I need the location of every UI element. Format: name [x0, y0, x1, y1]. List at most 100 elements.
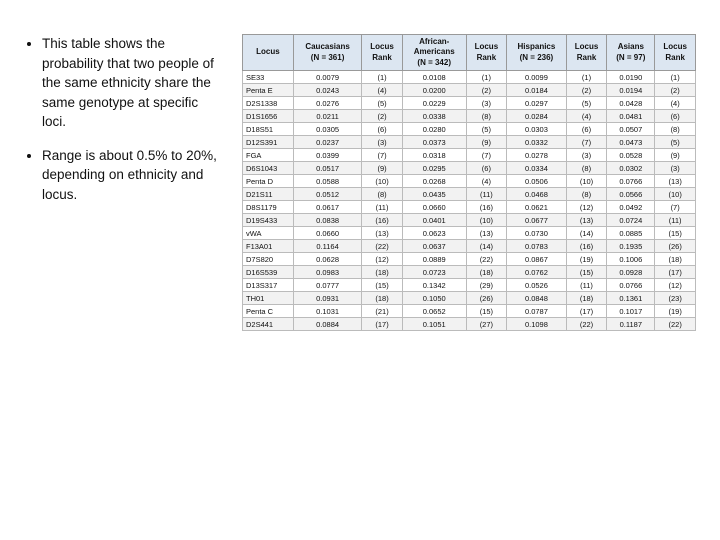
table-cell-r5-c2: (3) [362, 136, 403, 149]
table-cell-r9-c3: 0.0435 [402, 188, 466, 201]
table-cell-r9-c4: (11) [466, 188, 507, 201]
table-cell-r5-c0: D12S391 [243, 136, 294, 149]
table-cell-r0-c5: 0.0099 [507, 71, 567, 84]
table-cell-r0-c2: (1) [362, 71, 403, 84]
table-cell-r16-c7: 0.0766 [607, 279, 655, 292]
table-cell-r3-c7: 0.0481 [607, 110, 655, 123]
table-row: D13S3170.0777(15)0.1342(29)0.0526(11)0.0… [243, 279, 696, 292]
table-cell-r8-c2: (10) [362, 175, 403, 188]
bullet-list: This table shows the probability that tw… [24, 34, 224, 219]
table-cell-r7-c6: (8) [566, 162, 607, 175]
table-cell-r3-c4: (8) [466, 110, 507, 123]
table-cell-r17-c1: 0.0931 [293, 292, 361, 305]
table-cell-r10-c1: 0.0617 [293, 201, 361, 214]
table-cell-r18-c3: 0.0652 [402, 305, 466, 318]
table-cell-r10-c8: (7) [655, 201, 696, 214]
table-cell-r15-c1: 0.0983 [293, 266, 361, 279]
table-cell-r14-c0: D7S820 [243, 253, 294, 266]
table-cell-r6-c4: (7) [466, 149, 507, 162]
table-cell-r5-c5: 0.0332 [507, 136, 567, 149]
table-cell-r0-c3: 0.0108 [402, 71, 466, 84]
table-cell-r4-c1: 0.0305 [293, 123, 361, 136]
table-cell-r1-c5: 0.0184 [507, 84, 567, 97]
table-cell-r8-c6: (10) [566, 175, 607, 188]
table-cell-r15-c3: 0.0723 [402, 266, 466, 279]
table-cell-r5-c3: 0.0373 [402, 136, 466, 149]
table-cell-r16-c4: (29) [466, 279, 507, 292]
table-cell-r13-c6: (16) [566, 240, 607, 253]
table-cell-r16-c5: 0.0526 [507, 279, 567, 292]
table-cell-r13-c8: (26) [655, 240, 696, 253]
table-row: SE330.0079(1)0.0108(1)0.0099(1)0.0190(1) [243, 71, 696, 84]
table-row: D1S16560.0211(2)0.0338(8)0.0284(4)0.0481… [243, 110, 696, 123]
table-cell-r4-c4: (5) [466, 123, 507, 136]
table-cell-r11-c0: D19S433 [243, 214, 294, 227]
table-cell-r8-c0: Penta D [243, 175, 294, 188]
table-row: D16S5390.0983(18)0.0723(18)0.0762(15)0.0… [243, 266, 696, 279]
table-cell-r6-c8: (9) [655, 149, 696, 162]
table-cell-r3-c8: (6) [655, 110, 696, 123]
table-cell-r17-c4: (26) [466, 292, 507, 305]
table-cell-r10-c2: (11) [362, 201, 403, 214]
table-cell-r1-c7: 0.0194 [607, 84, 655, 97]
table-cell-r18-c5: 0.0787 [507, 305, 567, 318]
table-cell-r3-c5: 0.0284 [507, 110, 567, 123]
table-cell-r10-c3: 0.0660 [402, 201, 466, 214]
table-cell-r13-c5: 0.0783 [507, 240, 567, 253]
table-cell-r8-c7: 0.0766 [607, 175, 655, 188]
table-cell-r12-c5: 0.0730 [507, 227, 567, 240]
table-cell-r7-c3: 0.0295 [402, 162, 466, 175]
table-cell-r7-c2: (9) [362, 162, 403, 175]
table-cell-r2-c8: (4) [655, 97, 696, 110]
table-row: FGA0.0399(7)0.0318(7)0.0278(3)0.0528(9) [243, 149, 696, 162]
table-cell-r19-c5: 0.1098 [507, 318, 567, 331]
table-cell-r6-c3: 0.0318 [402, 149, 466, 162]
table-cell-r11-c2: (16) [362, 214, 403, 227]
table-header-2: Locus Rank [362, 35, 403, 71]
table-header-1: Caucasians (N = 361) [293, 35, 361, 71]
table-cell-r19-c1: 0.0884 [293, 318, 361, 331]
table-cell-r1-c0: Penta E [243, 84, 294, 97]
table-cell-r16-c0: D13S317 [243, 279, 294, 292]
table-cell-r6-c7: 0.0528 [607, 149, 655, 162]
table-cell-r1-c4: (2) [466, 84, 507, 97]
table-cell-r2-c1: 0.0276 [293, 97, 361, 110]
table-cell-r7-c5: 0.0334 [507, 162, 567, 175]
table-cell-r9-c5: 0.0468 [507, 188, 567, 201]
table-cell-r19-c0: D2S441 [243, 318, 294, 331]
table-cell-r2-c6: (5) [566, 97, 607, 110]
table-cell-r2-c5: 0.0297 [507, 97, 567, 110]
table-cell-r2-c3: 0.0229 [402, 97, 466, 110]
table-cell-r17-c2: (18) [362, 292, 403, 305]
table-cell-r15-c0: D16S539 [243, 266, 294, 279]
table-cell-r6-c6: (3) [566, 149, 607, 162]
table-cell-r16-c6: (11) [566, 279, 607, 292]
table-cell-r9-c8: (10) [655, 188, 696, 201]
table-cell-r12-c8: (15) [655, 227, 696, 240]
table-header-4: Locus Rank [466, 35, 507, 71]
table-cell-r13-c4: (14) [466, 240, 507, 253]
table-cell-r18-c2: (21) [362, 305, 403, 318]
table-cell-r13-c2: (22) [362, 240, 403, 253]
table-cell-r17-c0: TH01 [243, 292, 294, 305]
table-cell-r13-c3: 0.0637 [402, 240, 466, 253]
table-cell-r10-c4: (16) [466, 201, 507, 214]
table-cell-r14-c4: (22) [466, 253, 507, 266]
table-cell-r11-c7: 0.0724 [607, 214, 655, 227]
table-cell-r11-c8: (11) [655, 214, 696, 227]
table-cell-r16-c8: (12) [655, 279, 696, 292]
table-cell-r0-c6: (1) [566, 71, 607, 84]
table-cell-r5-c1: 0.0237 [293, 136, 361, 149]
table-cell-r5-c7: 0.0473 [607, 136, 655, 149]
table-cell-r18-c1: 0.1031 [293, 305, 361, 318]
table-cell-r15-c7: 0.0928 [607, 266, 655, 279]
table-row: D7S8200.0628(12)0.0889(22)0.0867(19)0.10… [243, 253, 696, 266]
table-cell-r8-c4: (4) [466, 175, 507, 188]
bullet-item-0: This table shows the probability that tw… [42, 34, 224, 132]
table-cell-r1-c6: (2) [566, 84, 607, 97]
table-cell-r12-c1: 0.0660 [293, 227, 361, 240]
table-cell-r4-c7: 0.0507 [607, 123, 655, 136]
table-row: TH010.0931(18)0.1050(26)0.0848(18)0.1361… [243, 292, 696, 305]
table-cell-r16-c2: (15) [362, 279, 403, 292]
table-cell-r4-c3: 0.0280 [402, 123, 466, 136]
